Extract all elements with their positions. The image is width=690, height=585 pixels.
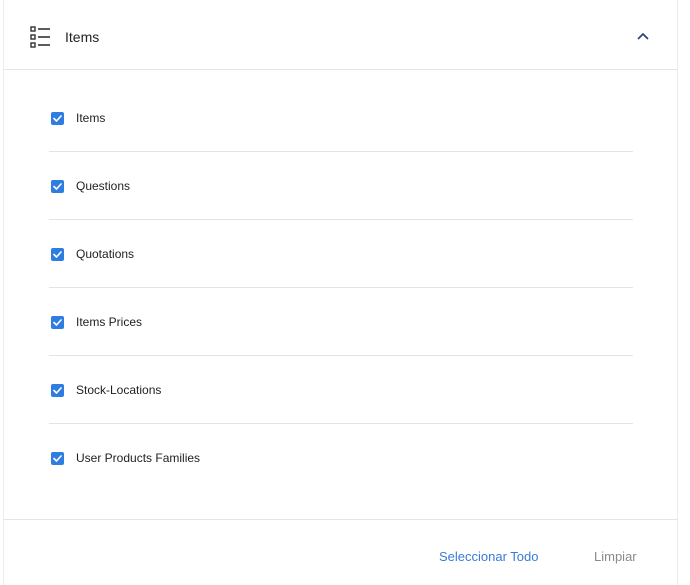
list-item-label: Quotations — [76, 247, 135, 261]
checkbox-list: Items Questions Quotations Items Prices … — [49, 84, 633, 492]
list-item-label: Items — [76, 111, 106, 125]
list-item[interactable]: Quotations — [49, 220, 633, 288]
list-item[interactable]: Stock-Locations — [49, 356, 633, 424]
checkbox-checked[interactable] — [51, 112, 64, 125]
panel-footer: Seleccionar Todo Limpiar — [4, 519, 677, 585]
list-item-label: Items Prices — [76, 315, 143, 329]
list-item[interactable]: User Products Families — [49, 424, 633, 492]
select-all-button[interactable]: Seleccionar Todo — [439, 549, 539, 564]
panel-title: Items — [65, 29, 100, 45]
list-item-label: Questions — [76, 179, 131, 193]
list-item-label: Stock-Locations — [76, 383, 162, 397]
list-item[interactable]: Items Prices — [49, 288, 633, 356]
list-item-label: User Products Families — [76, 451, 201, 465]
list-item[interactable]: Questions — [49, 152, 633, 220]
list-icon — [30, 25, 52, 49]
list-item[interactable]: Items — [49, 84, 633, 152]
checkbox-checked[interactable] — [51, 452, 64, 465]
panel-header[interactable]: Items — [4, 0, 677, 70]
checkbox-checked[interactable] — [51, 180, 64, 193]
checkbox-checked[interactable] — [51, 316, 64, 329]
chevron-up-icon[interactable] — [633, 26, 653, 46]
checkbox-checked[interactable] — [51, 384, 64, 397]
filter-panel: Items Items Questions Quotations Items P… — [3, 0, 678, 585]
checkbox-checked[interactable] — [51, 248, 64, 261]
clear-button[interactable]: Limpiar — [594, 549, 637, 564]
